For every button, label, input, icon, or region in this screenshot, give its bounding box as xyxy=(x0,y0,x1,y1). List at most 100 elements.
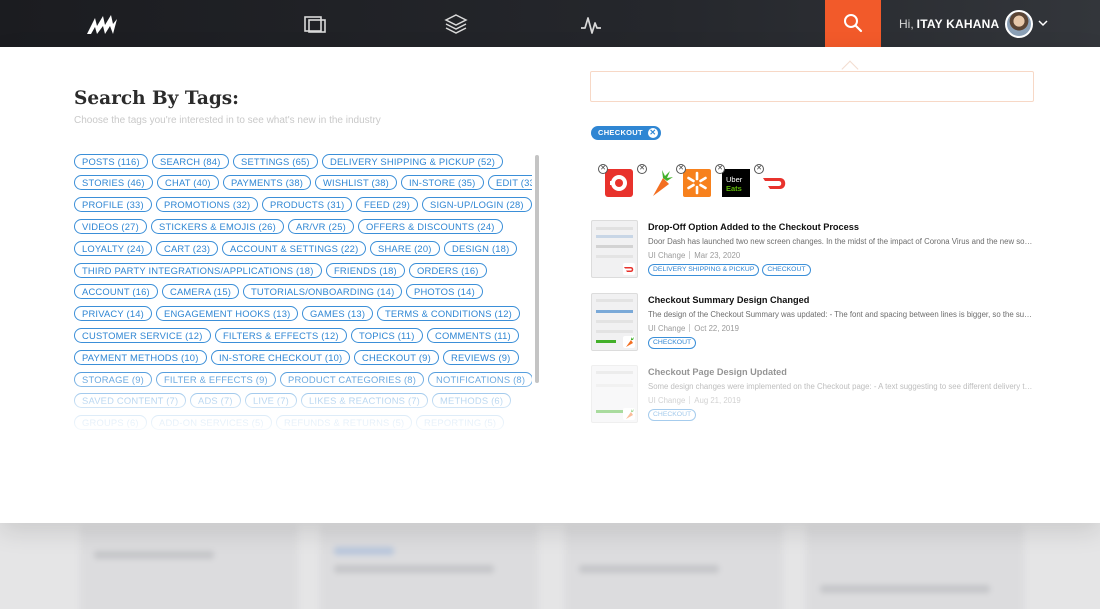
result-item[interactable]: Checkout Page Design Updated Some design… xyxy=(591,365,1036,427)
chevron-down-icon[interactable] xyxy=(1038,20,1048,27)
remove-tag-icon[interactable]: ✕ xyxy=(647,128,658,138)
app-filter-uber-eats[interactable]: Uber Eats ✕ xyxy=(715,164,751,198)
tag-pill[interactable]: ORDERS (16) xyxy=(409,262,487,278)
uber-eats-icon: Uber Eats xyxy=(722,169,750,197)
tag-pill[interactable]: NOTIFICATIONS (8) xyxy=(428,371,532,387)
tag-pill[interactable]: PROFILE (33) xyxy=(74,197,152,213)
tag-pill[interactable]: PROMOTIONS (32) xyxy=(156,197,259,213)
tag-pill[interactable]: PAYMENTS (38) xyxy=(223,175,312,191)
tag-pill[interactable]: ADD-ON SERVICES (5) xyxy=(151,415,272,431)
result-item[interactable]: Drop-Off Option Added to the Checkout Pr… xyxy=(591,220,1036,282)
tag-pill[interactable]: FILTERS & EFFECTS (12) xyxy=(215,327,347,343)
result-title[interactable]: Checkout Page Design Updated xyxy=(648,367,787,377)
tag-pill[interactable]: PRIVACY (14) xyxy=(74,306,152,322)
result-description: The design of the Checkout Summary was u… xyxy=(648,310,1033,319)
tag-pill[interactable]: REVIEWS (9) xyxy=(443,349,519,365)
background-card xyxy=(565,525,783,609)
tag-pill[interactable]: FILTER & EFFECTS (9) xyxy=(156,371,276,387)
tag-pill[interactable]: STORAGE (9) xyxy=(74,371,152,387)
remove-app-icon[interactable]: ✕ xyxy=(637,164,647,174)
tag-pill[interactable]: IN-STORE (35) xyxy=(401,175,484,191)
result-title[interactable]: Drop-Off Option Added to the Checkout Pr… xyxy=(648,222,859,232)
background-page xyxy=(0,523,1100,609)
tag-pill[interactable]: SEARCH (84) xyxy=(152,153,229,169)
tag-pill[interactable]: LIKES & REACTIONS (7) xyxy=(301,393,428,409)
remove-app-icon[interactable]: ✕ xyxy=(598,164,608,174)
remove-app-icon[interactable]: ✕ xyxy=(676,164,686,174)
tag-pill[interactable]: POSTS (116) xyxy=(74,153,148,169)
screens-icon[interactable] xyxy=(303,12,327,36)
tag-pill[interactable]: OFFERS & DISCOUNTS (24) xyxy=(358,218,503,234)
selected-tag-chip[interactable]: CHECKOUT ✕ xyxy=(591,126,661,140)
tag-pill[interactable]: REPORTING (5) xyxy=(416,415,505,431)
tag-pill[interactable]: GROUPS (6) xyxy=(74,415,147,431)
brand-logo-icon[interactable] xyxy=(86,12,118,36)
search-panel: Search By Tags: Choose the tags you're i… xyxy=(0,47,1100,523)
app-filter-doordash[interactable]: ✕ xyxy=(754,164,790,198)
tag-pill[interactable]: CART (23) xyxy=(156,240,219,256)
tag-pill[interactable]: VIDEOS (27) xyxy=(74,218,147,234)
tag-pill[interactable]: IN-STORE CHECKOUT (10) xyxy=(211,349,351,365)
tag-pill[interactable]: REFUNDS & RETURNS (5) xyxy=(276,415,413,431)
tag-pill[interactable]: CHECKOUT (9) xyxy=(354,349,439,365)
tag-pill[interactable]: STICKERS & EMOJIS (26) xyxy=(151,218,284,234)
tag-pill[interactable]: SETTINGS (65) xyxy=(233,153,318,169)
tag-pill[interactable]: TOPICS (11) xyxy=(351,327,423,343)
result-tag[interactable]: CHECKOUT xyxy=(648,409,697,421)
tag-pill[interactable]: CUSTOMER SERVICE (12) xyxy=(74,327,211,343)
tag-pill[interactable]: THIRD PARTY INTEGRATIONS/APPLICATIONS (1… xyxy=(74,262,322,278)
tag-pill[interactable]: TERMS & CONDITIONS (12) xyxy=(377,306,521,322)
tag-pill[interactable]: PRODUCT CATEGORIES (8) xyxy=(280,371,425,387)
tag-pill[interactable]: DELIVERY SHIPPING & PICKUP (52) xyxy=(322,153,504,169)
result-date: Aug 21, 2019 xyxy=(694,396,741,405)
tag-pill[interactable]: TUTORIALS/ONBOARDING (14) xyxy=(243,284,403,300)
tag-pill[interactable]: METHODS (6) xyxy=(432,393,512,409)
tag-pill[interactable]: CHAT (40) xyxy=(157,175,219,191)
tag-pill[interactable]: LIVE (7) xyxy=(245,393,297,409)
remove-app-icon[interactable]: ✕ xyxy=(715,164,725,174)
tag-pill[interactable]: EDIT (33) xyxy=(488,175,532,191)
tag-pill[interactable]: ADS (7) xyxy=(190,393,241,409)
result-tag[interactable]: CHECKOUT xyxy=(762,264,811,276)
layers-icon[interactable] xyxy=(444,12,468,36)
tag-pill[interactable]: SIGN-UP/LOGIN (28) xyxy=(422,197,532,213)
tag-list-scrollbar[interactable] xyxy=(535,155,539,383)
tag-pill[interactable]: ACCOUNT & SETTINGS (22) xyxy=(222,240,367,256)
tag-pill[interactable]: COMMENTS (11) xyxy=(427,327,519,343)
tag-pill[interactable]: WISHLIST (38) xyxy=(315,175,397,191)
tag-pill[interactable]: CAMERA (15) xyxy=(162,284,240,300)
background-card xyxy=(320,525,538,609)
tag-pill[interactable]: FEED (29) xyxy=(356,197,419,213)
tag-pill[interactable]: PAYMENT METHODS (10) xyxy=(74,349,207,365)
remove-app-icon[interactable]: ✕ xyxy=(754,164,764,174)
tag-pill[interactable]: ACCOUNT (16) xyxy=(74,284,158,300)
tag-pill[interactable]: LOYALTY (24) xyxy=(74,240,153,256)
search-input[interactable] xyxy=(590,71,1034,102)
result-tags: CHECKOUT xyxy=(648,337,697,349)
tag-pill[interactable]: ENGAGEMENT HOOKS (13) xyxy=(156,306,299,322)
search-button[interactable] xyxy=(825,0,881,47)
result-tags: DELIVERY SHIPPING & PICKUP CHECKOUT xyxy=(648,264,811,276)
tag-pill[interactable]: DESIGN (18) xyxy=(444,240,518,256)
result-meta: UI Change Aug 21, 2019 xyxy=(648,396,741,405)
result-item[interactable]: Checkout Summary Design Changed The desi… xyxy=(591,293,1036,355)
tag-pill[interactable]: SHARE (20) xyxy=(370,240,440,256)
tag-pill[interactable]: STORIES (46) xyxy=(74,175,153,191)
app-filter-doordash-red[interactable]: ✕ xyxy=(598,164,634,198)
tag-pill[interactable]: PRODUCTS (31) xyxy=(262,197,353,213)
result-tag[interactable]: CHECKOUT xyxy=(648,337,697,349)
user-menu[interactable]: Hi, ITAY KAHANA xyxy=(899,0,1048,47)
tag-pill[interactable]: GAMES (13) xyxy=(302,306,374,322)
result-meta: UI Change Oct 22, 2019 xyxy=(648,324,739,333)
avatar[interactable] xyxy=(1005,9,1034,38)
tag-pill[interactable]: SAVED CONTENT (7) xyxy=(74,393,187,409)
app-filter-walmart[interactable]: ✕ xyxy=(676,164,712,198)
tag-pill[interactable]: FRIENDS (18) xyxy=(326,262,405,278)
activity-icon[interactable] xyxy=(579,12,603,36)
app-filter-instacart[interactable]: ✕ xyxy=(637,164,673,198)
result-title[interactable]: Checkout Summary Design Changed xyxy=(648,295,809,305)
result-tag[interactable]: DELIVERY SHIPPING & PICKUP xyxy=(648,264,760,276)
walmart-spark-icon xyxy=(683,169,711,197)
tag-pill[interactable]: PHOTOS (14) xyxy=(406,284,483,300)
tag-pill[interactable]: AR/VR (25) xyxy=(288,218,354,234)
